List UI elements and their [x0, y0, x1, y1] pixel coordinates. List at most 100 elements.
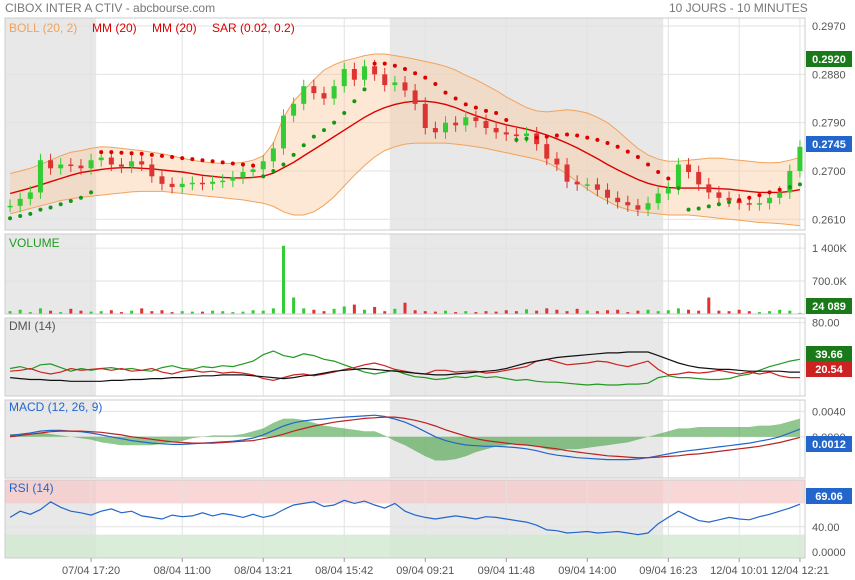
- sar-dot: [504, 117, 509, 122]
- candle-body: [58, 164, 64, 169]
- sar-dot: [575, 133, 580, 138]
- sar-dot: [48, 205, 53, 210]
- x-axis-label: 09/04 14:00: [558, 565, 616, 577]
- volume-bar: [362, 309, 366, 314]
- candle-body: [341, 68, 347, 87]
- volume-bar: [302, 308, 306, 314]
- candle-body: [118, 164, 124, 167]
- volume-last-badge: 24 089: [812, 301, 846, 313]
- dmi-label: DMI (14): [9, 319, 56, 333]
- sar-dot: [656, 170, 661, 175]
- sar-dot: [301, 143, 306, 148]
- price-legend-item: BOLL (20, 2): [9, 21, 77, 35]
- sar-dot: [534, 135, 539, 140]
- candle-body: [635, 205, 641, 210]
- candle-body: [361, 66, 367, 80]
- candle-body: [372, 66, 378, 75]
- candle-body: [17, 198, 23, 206]
- price-y-tick: 0.2970: [812, 21, 846, 33]
- candle-body: [554, 158, 560, 165]
- sar-dot: [240, 162, 245, 167]
- candle-body: [98, 157, 104, 161]
- sar-dot: [625, 149, 630, 154]
- sar-dot: [615, 144, 620, 149]
- sar-dot: [321, 128, 326, 133]
- x-axis-label: 08/04 11:00: [154, 565, 211, 577]
- candle-body: [574, 181, 580, 185]
- candle-body: [210, 181, 216, 184]
- candle-body: [412, 90, 418, 104]
- candle-body: [189, 182, 195, 185]
- sar-dot: [261, 174, 266, 179]
- candle-body: [108, 157, 114, 165]
- volume-bar: [413, 310, 417, 314]
- volume-bar: [109, 310, 113, 314]
- candle-body: [584, 184, 590, 186]
- candle-body: [625, 202, 631, 206]
- candle-body: [129, 161, 135, 167]
- candle-body: [675, 164, 681, 189]
- sar-dot: [777, 187, 782, 192]
- candle-body: [37, 160, 43, 193]
- volume-bar: [646, 309, 650, 314]
- sar-dot: [767, 190, 772, 195]
- sar-dot: [544, 134, 549, 139]
- candle-body: [686, 164, 692, 173]
- candle-body: [503, 132, 509, 135]
- macd-y-tick: 0.0040: [812, 406, 846, 418]
- sar-dot: [251, 163, 256, 168]
- sar-dot: [443, 90, 448, 95]
- sar-dot: [484, 108, 489, 113]
- sar-dot: [757, 193, 762, 198]
- sar-dot: [392, 63, 397, 68]
- sar-dot: [170, 155, 175, 160]
- x-axis-label: 08/04 15:42: [315, 565, 373, 577]
- volume-bar: [271, 308, 275, 314]
- candle-body: [331, 86, 337, 99]
- sar-dot: [68, 199, 73, 204]
- x-axis-label: 12/04 10:01: [710, 565, 768, 577]
- dmi-minus-badge: 20.54: [815, 364, 843, 376]
- sar-dot: [109, 150, 114, 155]
- sar-dot: [342, 110, 347, 115]
- sar-dot: [646, 162, 651, 167]
- candle-body: [422, 103, 428, 129]
- sar-dot: [38, 207, 43, 212]
- sar-dot: [676, 186, 681, 191]
- candle-body: [564, 164, 570, 182]
- sar-dot: [737, 197, 742, 202]
- sar-dot: [200, 158, 205, 163]
- volume-bar: [312, 309, 316, 314]
- volume-bar: [281, 245, 285, 314]
- candle-body: [402, 82, 408, 91]
- dmi-plus-badge: 39.66: [815, 349, 843, 361]
- rsi-y-tick: 0.0000: [812, 547, 846, 559]
- candle-body: [777, 192, 783, 198]
- sar-dot: [666, 176, 671, 181]
- candle-body: [463, 117, 469, 126]
- candle-body: [88, 160, 94, 169]
- candle-body: [7, 205, 13, 208]
- candle-body: [544, 144, 550, 159]
- rsi-oversold-zone: [5, 534, 805, 558]
- x-axis-label: 09/04 09:21: [396, 565, 454, 577]
- sar-dot: [220, 160, 225, 165]
- sar-dot: [433, 82, 438, 87]
- candle-body: [615, 197, 621, 203]
- candle-body: [594, 184, 600, 190]
- volume-bar: [737, 309, 741, 314]
- sar-dot: [524, 136, 529, 141]
- sar-dot: [686, 207, 691, 212]
- price-current-badge: 0.2745: [812, 139, 846, 151]
- rsi-badge: 69.06: [815, 491, 843, 503]
- x-axis-label: 12/04 12:21: [771, 565, 829, 577]
- volume-bar: [393, 308, 397, 314]
- sar-dot: [565, 132, 570, 137]
- candle-body: [382, 74, 388, 86]
- price-last-badge: 0.2920: [812, 54, 846, 66]
- candle-body: [78, 165, 84, 169]
- candle-body: [453, 122, 459, 126]
- volume-shaded-session-1: [389, 234, 664, 314]
- candle-body: [473, 117, 479, 122]
- candle-body: [665, 188, 671, 194]
